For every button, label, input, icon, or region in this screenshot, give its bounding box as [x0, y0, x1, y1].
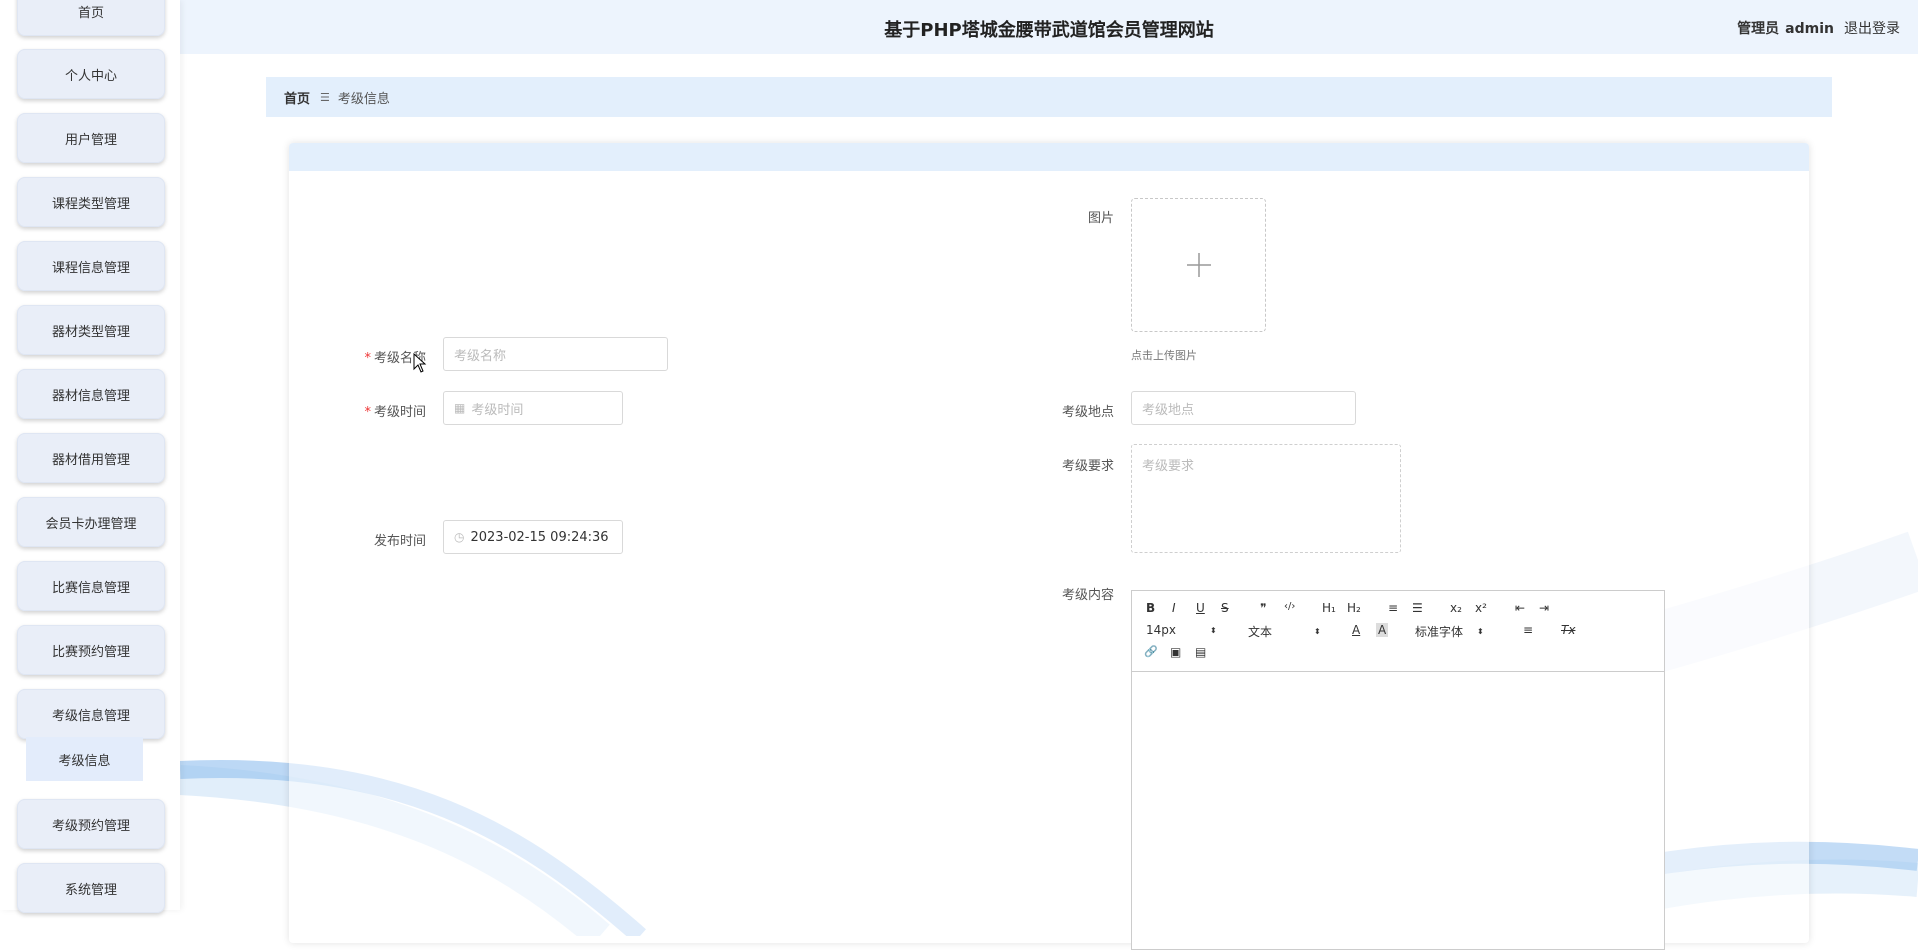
editor-toolbar: B I U S ❞ ‹/› H₁ H₂ ≡ ☰ x₂ x² ⇤ ⇥ 14px ⬍ … [1132, 591, 1664, 672]
clean-format-button[interactable]: Tx [1561, 623, 1575, 637]
image-label: 图片 [1087, 211, 1114, 226]
requirement-label: 考级要求 [1061, 459, 1114, 474]
outdent-button[interactable]: ⇤ [1515, 601, 1525, 615]
select-arrow-icon: ⬍ [1477, 627, 1484, 636]
upload-tip: 点击上传图片 [1131, 349, 1197, 362]
font-family-select[interactable]: 标准字体 ⬍ [1415, 623, 1484, 640]
select-arrow-icon: ⬍ [1210, 625, 1217, 635]
background-color-button[interactable]: A [1376, 623, 1389, 637]
publish-time-value: 2023-02-15 09:24:36 [470, 529, 609, 545]
indent-button[interactable]: ⇥ [1539, 601, 1549, 615]
name-placeholder: 考级名称 [454, 348, 507, 364]
calendar-icon: ▦ [454, 401, 466, 415]
font-size-select[interactable]: 14px ⬍ [1146, 623, 1217, 637]
bullet-list-button[interactable]: ☰ [1412, 601, 1423, 615]
h2-button[interactable]: H₂ [1347, 601, 1361, 615]
location-input[interactable]: 考级地点 [1131, 391, 1356, 425]
align-button[interactable]: ≡ [1523, 623, 1533, 637]
requirement-placeholder: 考级要求 [1142, 459, 1195, 474]
time-placeholder: 考级时间 [471, 402, 524, 418]
content-label: 考级内容 [1061, 588, 1114, 603]
location-label: 考级地点 [1061, 405, 1114, 420]
superscript-button[interactable]: x² [1475, 601, 1487, 615]
heading-select[interactable]: 文本 ⬍ [1248, 623, 1321, 640]
plus-icon [1186, 253, 1211, 277]
name-input[interactable]: 考级名称 [443, 337, 668, 371]
editor-content-area[interactable] [1132, 672, 1664, 952]
form-layer: 图片 点击上传图片 考级名称 考级名称 考级时间 ▦ 考级时间 考级地点 考级地… [0, 0, 1918, 950]
rich-text-editor: B I U S ❞ ‹/› H₁ H₂ ≡ ☰ x₂ x² ⇤ ⇥ 14px ⬍ … [1131, 590, 1665, 950]
publish-time-input[interactable]: ◷ 2023-02-15 09:24:36 [443, 520, 623, 554]
ordered-list-button[interactable]: ≡ [1388, 601, 1398, 615]
video-button[interactable]: ▤ [1195, 645, 1206, 659]
quote-button[interactable]: ❞ [1260, 601, 1266, 615]
image-button[interactable]: ▣ [1170, 645, 1181, 659]
heading-value: 文本 [1248, 625, 1273, 639]
publish-time-label: 发布时间 [373, 534, 426, 549]
bold-button[interactable]: B [1146, 601, 1155, 615]
select-arrow-icon: ⬍ [1314, 627, 1321, 636]
code-button[interactable]: ‹/› [1284, 601, 1295, 612]
font-family-value: 标准字体 [1415, 625, 1464, 639]
requirement-textarea[interactable]: 考级要求 [1131, 444, 1401, 553]
clock-icon: ◷ [454, 530, 465, 544]
location-placeholder: 考级地点 [1142, 402, 1195, 418]
name-label: 考级名称 [306, 347, 426, 366]
italic-button[interactable]: I [1172, 601, 1176, 615]
link-button[interactable]: 🔗 [1144, 645, 1158, 658]
font-color-button[interactable]: A [1352, 623, 1360, 637]
strike-button[interactable]: S [1221, 601, 1229, 615]
h1-button[interactable]: H₁ [1322, 601, 1336, 615]
time-label: 考级时间 [306, 401, 426, 420]
image-upload-button[interactable] [1131, 198, 1266, 332]
underline-button[interactable]: U [1196, 601, 1205, 615]
font-size-value: 14px [1146, 623, 1176, 637]
mouse-cursor-icon [413, 353, 427, 373]
time-input[interactable]: ▦ 考级时间 [443, 391, 623, 425]
subscript-button[interactable]: x₂ [1450, 601, 1462, 615]
